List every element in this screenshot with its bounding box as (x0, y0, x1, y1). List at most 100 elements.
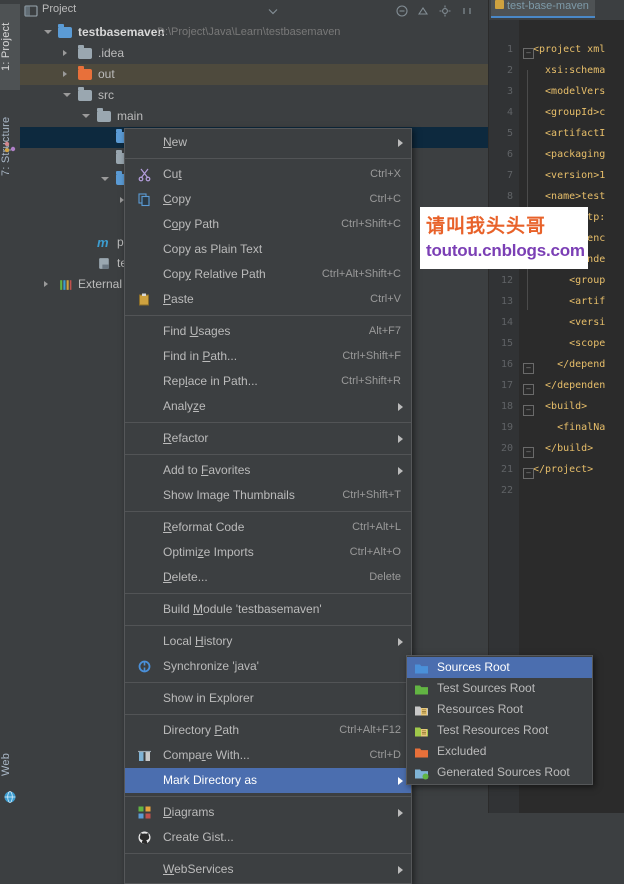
hide-icon[interactable] (460, 4, 474, 18)
menu-item-shortcut: Ctrl+Alt+L (352, 521, 401, 533)
settings-icon[interactable] (438, 4, 452, 18)
twisty-open-icon[interactable] (101, 177, 109, 184)
tree-label-out: out (98, 67, 115, 81)
menu-item-label: Cut (163, 167, 182, 181)
menu-separator (125, 454, 411, 455)
submenu-arrow-icon (398, 866, 403, 874)
submenu-item-sources-root[interactable]: Sources Root (407, 657, 592, 678)
twisty-open-icon[interactable] (44, 30, 52, 37)
github-icon (138, 831, 151, 844)
tree-row-src[interactable]: src (20, 85, 488, 106)
code-line: </build> (533, 443, 594, 454)
tool-window-tab-project[interactable]: 1: Project (0, 4, 20, 90)
sources-root-icon (415, 664, 428, 674)
chevron-down-icon[interactable] (266, 4, 280, 18)
submenu-arrow-icon (398, 403, 403, 411)
menu-item-shortcut: Ctrl+Alt+Shift+C (321, 268, 401, 280)
collapse-all-icon[interactable] (395, 4, 409, 18)
menu-item-replace-in-path[interactable]: Replace in Path... Ctrl+Shift+R (125, 369, 411, 394)
menu-item-refactor[interactable]: Refactor (125, 426, 411, 451)
menu-item-find-usages[interactable]: Find Usages Alt+F7 (125, 319, 411, 344)
menu-item-shortcut: Ctrl+Alt+F12 (339, 724, 401, 736)
menu-item-mark-directory-as[interactable]: Mark Directory as (125, 768, 411, 793)
menu-item-synchronize-java[interactable]: Synchronize 'java' (125, 654, 411, 679)
menu-item-copy-as-plain-text[interactable]: Copy as Plain Text (125, 237, 411, 262)
menu-item-build-module-testbasemaven[interactable]: Build Module 'testbasemaven' (125, 597, 411, 622)
menu-item-reformat-code[interactable]: Reformat Code Ctrl+Alt+L (125, 515, 411, 540)
menu-item-shortcut: Ctrl+Alt+O (349, 546, 401, 558)
menu-item-show-in-explorer[interactable]: Show in Explorer (125, 686, 411, 711)
menu-item-label: Optimize Imports (163, 545, 254, 559)
tool-window-tab-web[interactable]: Web (0, 742, 20, 786)
submenu-item-label: Sources Root (437, 660, 510, 674)
menu-item-copy-relative-path[interactable]: Copy Relative Path Ctrl+Alt+Shift+C (125, 262, 411, 287)
submenu-item-resources-root[interactable]: Resources Root (407, 699, 592, 720)
menu-item-show-image-thumbnails[interactable]: Show Image Thumbnails Ctrl+Shift+T (125, 483, 411, 508)
code-line: <version>1 (533, 170, 606, 181)
code-fold-toggle[interactable]: – (523, 384, 534, 395)
twisty-closed-icon[interactable] (44, 281, 48, 287)
menu-item-copy[interactable]: Copy Ctrl+C (125, 187, 411, 212)
menu-separator (125, 158, 411, 159)
submenu-item-test-sources-root[interactable]: Test Sources Root (407, 678, 592, 699)
menu-item-delete[interactable]: Delete... Delete (125, 565, 411, 590)
menu-item-create-gist[interactable]: Create Gist... (125, 825, 411, 850)
tree-row-out[interactable]: out (20, 64, 488, 85)
tree-label-main: main (117, 109, 144, 123)
code-fold-toggle[interactable]: – (523, 468, 534, 479)
context-menu[interactable]: New Cut Ctrl+X Copy Ctrl+C Copy Path Ctrl+Shif… (124, 128, 412, 884)
code-fold-toggle[interactable]: – (523, 48, 534, 59)
editor-tab-pom-xml[interactable]: test-base-maven (491, 0, 595, 18)
menu-item-webservices[interactable]: WebServices (125, 857, 411, 882)
line-number: 16 (500, 359, 513, 370)
twisty-closed-icon[interactable] (63, 71, 67, 77)
twisty-open-icon[interactable] (63, 93, 71, 100)
code-line: <name>test (533, 191, 606, 202)
menu-item-directory-path[interactable]: Directory Path Ctrl+Alt+F12 (125, 718, 411, 743)
line-number: 13 (500, 296, 513, 307)
menu-item-label: Copy (163, 192, 192, 206)
submenu-item-label: Test Sources Root (437, 681, 536, 695)
tree-row-idea[interactable]: .idea (20, 43, 488, 64)
menu-item-new[interactable]: New (125, 130, 411, 155)
menu-item-add-to-favorites[interactable]: Add to Favorites (125, 458, 411, 483)
resources-root-icon (415, 706, 428, 716)
menu-item-cut[interactable]: Cut Ctrl+X (125, 162, 411, 187)
tool-window-tab-project-label: 1: Project (0, 22, 12, 72)
twisty-closed-icon[interactable] (63, 50, 67, 56)
code-line: <versi (533, 317, 606, 328)
code-fold-toggle[interactable]: – (523, 363, 534, 374)
tree-label-src: src (98, 88, 114, 102)
line-number: 1 (506, 44, 513, 55)
submenu-arrow-icon (398, 809, 403, 817)
menu-item-local-history[interactable]: Local History (125, 629, 411, 654)
menu-item-find-in-path[interactable]: Find in Path... Ctrl+Shift+F (125, 344, 411, 369)
menu-item-copy-path[interactable]: Copy Path Ctrl+Shift+C (125, 212, 411, 237)
menu-separator (125, 853, 411, 854)
menu-item-label: Paste (163, 292, 194, 306)
tree-label-idea: .idea (98, 46, 125, 60)
submenu-item-generated-sources-root[interactable]: Generated Sources Root (407, 762, 592, 783)
mark-directory-as-submenu[interactable]: Sources Root Test Sources Root Resources R… (406, 655, 593, 785)
code-fold-toggle[interactable]: – (523, 405, 534, 416)
submenu-arrow-icon (398, 638, 403, 646)
menu-item-compare-with[interactable]: Compare With... Ctrl+D (125, 743, 411, 768)
code-fold-toggle[interactable]: – (523, 447, 534, 458)
menu-separator (125, 511, 411, 512)
submenu-item-test-resources-root[interactable]: Test Resources Root (407, 720, 592, 741)
line-number: 6 (506, 149, 513, 160)
twisty-open-icon[interactable] (82, 114, 90, 121)
menu-item-shortcut: Ctrl+C (369, 193, 401, 205)
menu-item-analyze[interactable]: Analyze (125, 394, 411, 419)
expand-icon[interactable] (416, 4, 430, 18)
menu-item-label: Copy Relative Path (163, 267, 266, 281)
menu-item-label: Mark Directory as (163, 773, 258, 787)
menu-item-optimize-imports[interactable]: Optimize Imports Ctrl+Alt+O (125, 540, 411, 565)
menu-item-paste[interactable]: Paste Ctrl+V (125, 287, 411, 312)
iml-file-icon (99, 258, 109, 269)
tree-row-main[interactable]: main (20, 106, 488, 127)
tree-row-testbasemaven[interactable]: testbasemaven D:\Project\Java\Learn\test… (20, 22, 488, 43)
submenu-item-excluded[interactable]: Excluded (407, 741, 592, 762)
menu-item-shortcut: Ctrl+Shift+C (341, 218, 401, 230)
library-icon (60, 280, 72, 290)
